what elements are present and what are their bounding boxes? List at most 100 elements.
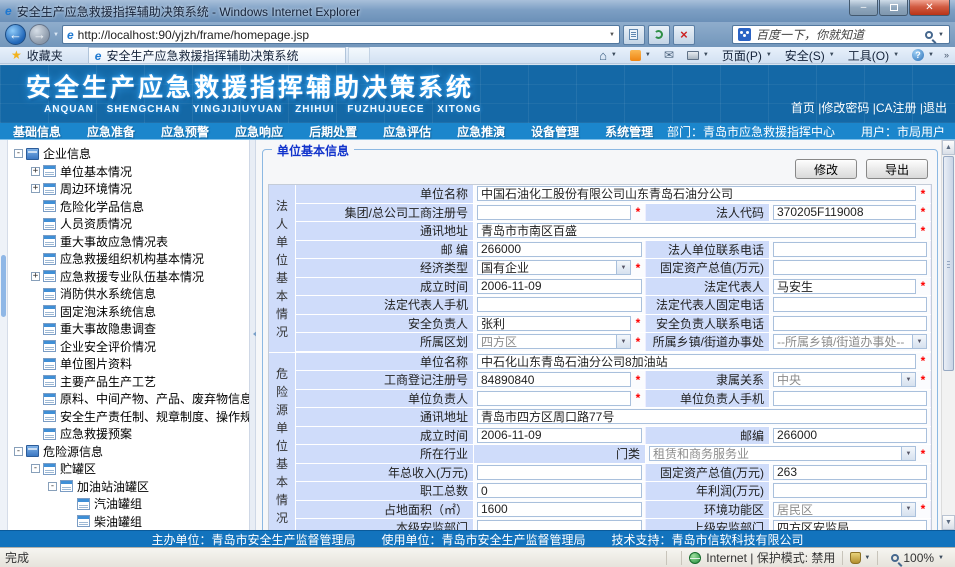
text-input[interactable]: 中石化山东青岛石油分公司8加油站	[477, 354, 916, 369]
tree-item[interactable]: -危险源信息	[14, 443, 249, 461]
browser-tab[interactable]: e 安全生产应急救援指挥辅助决策系统	[88, 47, 346, 63]
text-input[interactable]: 青岛市市南区百盛	[477, 223, 916, 238]
text-input[interactable]	[477, 205, 631, 220]
tools-menu[interactable]: 工具(O)▼	[842, 48, 905, 63]
tree-item[interactable]: -企业信息	[14, 145, 249, 163]
text-input[interactable]: 马安生	[773, 279, 916, 294]
nav-item-8[interactable]: 设备管理	[518, 123, 592, 140]
maximize-button[interactable]	[879, 0, 908, 16]
tree-item[interactable]: 消防供水系统信息	[31, 285, 249, 303]
dropdown-arrow-icon[interactable]: ▼	[616, 335, 630, 348]
tree-item[interactable]: +单位基本情况	[31, 163, 249, 181]
nav-item-3[interactable]: 应急预警	[148, 123, 222, 140]
zoom-control[interactable]: 100% ▼	[885, 551, 950, 565]
text-input[interactable]: 0	[477, 483, 642, 498]
text-input[interactable]: 84890840	[477, 372, 631, 387]
mail-button[interactable]: ✉	[658, 48, 680, 63]
tree-item[interactable]: 汽油罐组	[65, 495, 249, 513]
text-input[interactable]	[773, 316, 927, 331]
tree-item[interactable]: 柴油罐组	[65, 513, 249, 531]
overflow-chevron-icon[interactable]: »	[941, 50, 952, 60]
history-dropdown-icon[interactable]: ▼	[53, 32, 59, 38]
text-input[interactable]: 266000	[477, 242, 642, 257]
scrollbar-track[interactable]	[942, 372, 955, 515]
collapse-minus-icon[interactable]: -	[14, 447, 23, 456]
text-input[interactable]: 张利	[477, 316, 631, 331]
compatibility-view-button[interactable]	[623, 25, 645, 45]
nav-item-6[interactable]: 应急评估	[370, 123, 444, 140]
text-input[interactable]: 266000	[773, 428, 927, 443]
select-field[interactable]: --所属乡镇/街道办事处--▼	[773, 334, 927, 349]
text-input[interactable]	[477, 520, 642, 530]
tree-item[interactable]: 危险化学品信息	[31, 198, 249, 216]
tree-item[interactable]: 原料、中间产物、产品、废弃物信息	[31, 390, 249, 408]
tree-item[interactable]: +应急救援专业队伍基本情况	[31, 268, 249, 286]
collapse-minus-icon[interactable]: -	[31, 464, 40, 473]
tree-item[interactable]: 人员资质情况	[31, 215, 249, 233]
text-input[interactable]	[477, 297, 642, 312]
safety-menu[interactable]: 安全(S)▼	[779, 48, 841, 63]
nav-item-9[interactable]: 系统管理	[592, 123, 666, 140]
scroll-up-button[interactable]: ▲	[942, 140, 955, 155]
frame-splitter[interactable]	[249, 140, 256, 530]
text-input[interactable]: 四方区安监局	[773, 520, 927, 530]
nav-item-5[interactable]: 后期处置	[296, 123, 370, 140]
tree-item[interactable]: 固定泡沫系统信息	[31, 303, 249, 321]
dropdown-arrow-icon[interactable]: ▼	[901, 373, 915, 386]
text-input[interactable]	[773, 391, 927, 406]
nav-item-2[interactable]: 应急准备	[74, 123, 148, 140]
tree-item[interactable]: -贮罐区	[31, 460, 249, 478]
expand-plus-icon[interactable]: +	[31, 272, 40, 281]
print-button[interactable]: ▼	[681, 48, 715, 63]
content-scrollbar[interactable]: ▲ ▼	[941, 140, 955, 530]
dropdown-arrow-icon[interactable]: ▼	[901, 503, 915, 516]
scroll-down-button[interactable]: ▼	[942, 515, 955, 530]
left-frame-scrollbar[interactable]	[0, 140, 8, 530]
stop-button[interactable]: ×	[673, 25, 695, 45]
nav-item-7[interactable]: 应急推演	[444, 123, 518, 140]
forward-button[interactable]: →	[29, 24, 50, 45]
text-input[interactable]	[477, 391, 631, 406]
select-field[interactable]: 租赁和商务服务业▼	[649, 446, 916, 461]
header-link-1[interactable]: 首页	[791, 101, 815, 115]
help-menu[interactable]: ?▼	[906, 48, 940, 63]
minimize-button[interactable]: –	[849, 0, 878, 16]
select-field[interactable]: 四方区▼	[477, 334, 631, 349]
text-input[interactable]: 2006-11-09	[477, 428, 642, 443]
dropdown-arrow-icon[interactable]: ▼	[616, 261, 630, 274]
zoom-dropdown-icon[interactable]: ▼	[938, 555, 944, 561]
header-link-3[interactable]: CA注册	[876, 101, 917, 115]
close-button[interactable]: ✕	[909, 0, 950, 16]
page-menu[interactable]: 页面(P)▼	[716, 48, 778, 63]
dropdown-arrow-icon[interactable]: ▼	[901, 447, 915, 460]
text-input[interactable]	[773, 260, 927, 275]
feeds-button[interactable]: ▼	[624, 48, 657, 63]
header-link-4[interactable]: 退出	[923, 101, 947, 115]
text-input[interactable]: 中国石油化工股份有限公司山东青岛石油分公司	[477, 186, 916, 201]
nav-item-1[interactable]: 基础信息	[0, 123, 74, 140]
tree-item[interactable]: 安全生产责任制、规章制度、操作规程信息	[31, 408, 249, 426]
tree-item[interactable]: 主要产品生产工艺	[31, 373, 249, 391]
smartscreen-dropdown-icon[interactable]: ▼	[864, 555, 870, 561]
nav-item-4[interactable]: 应急响应	[222, 123, 296, 140]
tree-item[interactable]: 重大事故应急情况表	[31, 233, 249, 251]
expand-plus-icon[interactable]: +	[31, 184, 40, 193]
text-input[interactable]	[477, 465, 642, 480]
tree-item[interactable]: -加油站油罐区	[48, 478, 249, 496]
scrollbar-thumb[interactable]	[943, 156, 954, 371]
text-input[interactable]: 2006-11-09	[477, 279, 642, 294]
text-input[interactable]	[773, 242, 927, 257]
search-input[interactable]: 百度一下，你就知道	[756, 26, 920, 43]
smartscreen-icon[interactable]	[850, 552, 861, 564]
tree-item[interactable]: +周边环境情况	[31, 180, 249, 198]
header-link-2[interactable]: 修改密码	[821, 101, 869, 115]
left-scrollbar-thumb[interactable]	[1, 255, 6, 317]
expand-plus-icon[interactable]: +	[31, 167, 40, 176]
tree-item[interactable]: 应急救援组织机构基本情况	[31, 250, 249, 268]
url-field[interactable]: e http://localhost:90/yjzh/frame/homepag…	[62, 25, 620, 44]
search-dropdown-icon[interactable]: ▼	[938, 32, 944, 38]
text-input[interactable]: 青岛市四方区周口路77号	[477, 409, 927, 424]
refresh-button[interactable]	[648, 25, 670, 45]
text-input[interactable]: 370205F119008	[773, 205, 916, 220]
collapse-minus-icon[interactable]: -	[14, 149, 23, 158]
